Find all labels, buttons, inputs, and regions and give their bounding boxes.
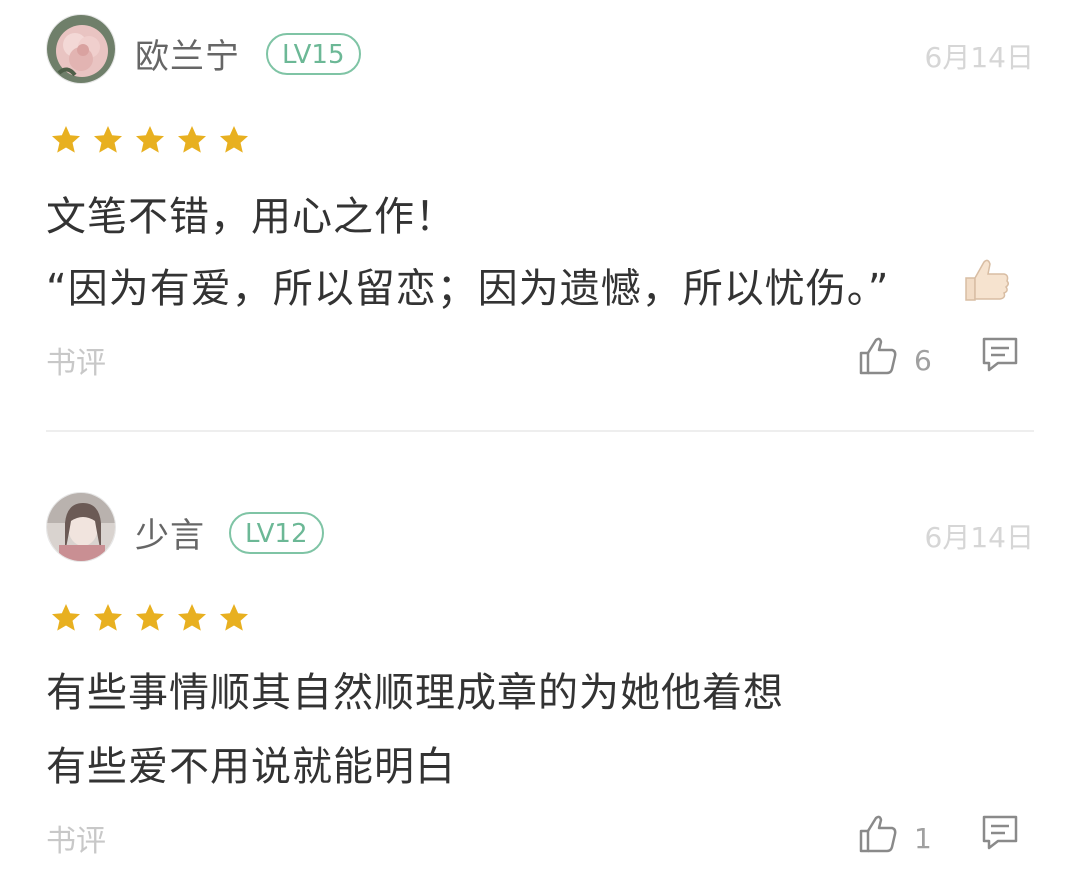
star-icon <box>94 604 122 631</box>
avatar-portrait-image <box>47 493 115 561</box>
thumbs-up-icon <box>859 337 897 374</box>
avatar[interactable] <box>46 492 116 562</box>
review-text-line: 有些爱不用说就能明白 <box>46 744 456 790</box>
star-icon <box>220 604 248 631</box>
like-button[interactable]: 1 <box>858 812 932 855</box>
comment-icon <box>982 815 1018 850</box>
username[interactable]: 欧兰宁 <box>135 29 240 78</box>
review-category: 书评 <box>46 346 106 381</box>
username[interactable]: 少言 <box>135 508 205 557</box>
star-icon <box>94 126 122 153</box>
comment-button[interactable] <box>980 335 1020 375</box>
avatar-flower-image <box>47 15 115 83</box>
review-item: 欧兰宁 LV15 6月14日 文笔不错，用心之作！ “因为有爱，所以留恋；因为遗… <box>0 0 1080 430</box>
review-text-line: “因为有爱，所以留恋；因为遗憾，所以忧伤。” <box>46 266 890 312</box>
star-icon <box>136 604 164 631</box>
thumbs-up-icon <box>859 815 897 852</box>
star-rating <box>50 602 250 634</box>
star-icon <box>52 126 80 153</box>
review-item: 少言 LV12 6月14日 有些事情顺其自然顺理成章的为她他着想 有些爱不用说就… <box>0 432 1080 878</box>
level-badge: LV12 <box>229 512 324 554</box>
like-button[interactable]: 6 <box>858 334 932 377</box>
avatar[interactable] <box>46 14 116 84</box>
star-icon <box>52 604 80 631</box>
review-date: 6月14日 <box>924 41 1034 74</box>
star-icon <box>178 604 206 631</box>
level-badge: LV15 <box>266 33 361 75</box>
review-category: 书评 <box>46 824 106 859</box>
review-list: 欧兰宁 LV15 6月14日 文笔不错，用心之作！ “因为有爱，所以留恋；因为遗… <box>0 0 1080 878</box>
comment-icon <box>982 337 1018 372</box>
like-count: 6 <box>914 344 932 377</box>
star-rating <box>50 124 250 156</box>
review-text-line: 有些事情顺其自然顺理成章的为她他着想 <box>46 670 784 716</box>
comment-button[interactable] <box>980 813 1020 853</box>
review-date: 6月14日 <box>924 521 1034 554</box>
star-icon <box>220 126 248 153</box>
review-text-line: 文笔不错，用心之作！ <box>46 194 456 240</box>
like-count: 1 <box>914 822 932 855</box>
thumbs-up-emoji-icon <box>965 259 1010 301</box>
star-icon <box>178 126 206 153</box>
star-icon <box>136 126 164 153</box>
